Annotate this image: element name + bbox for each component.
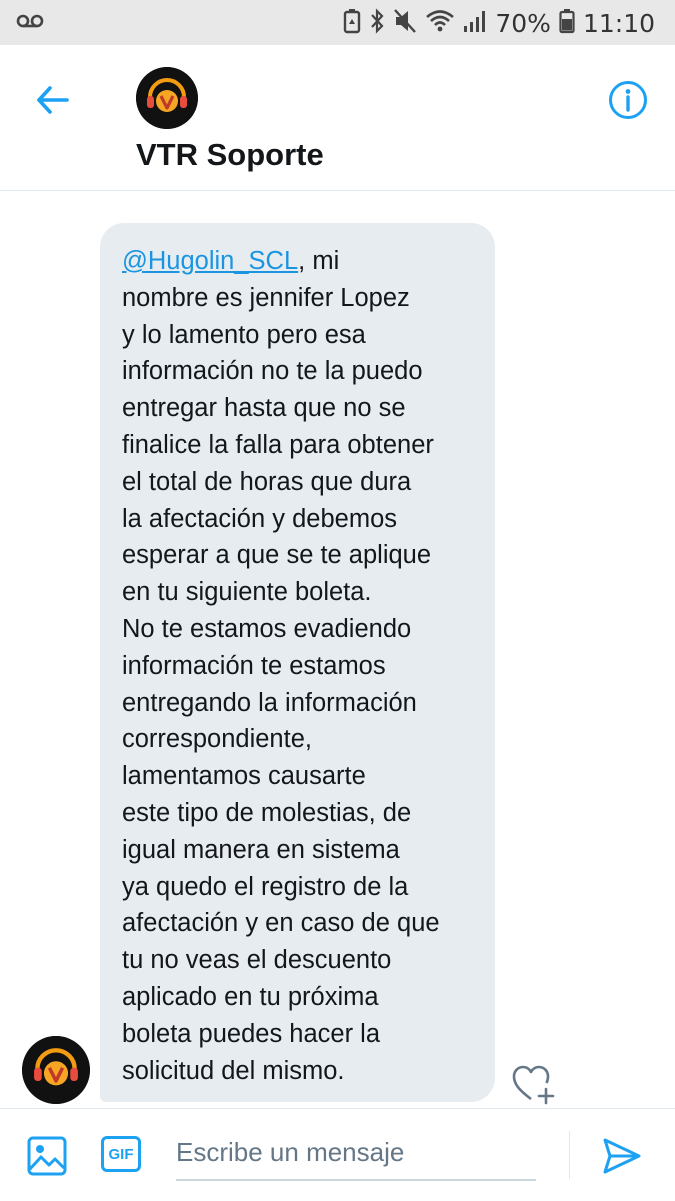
message-thread[interactable]: @Hugolin_SCL, mi nombre es jennifer Lope… [0, 191, 675, 1108]
info-button[interactable] [605, 77, 651, 123]
message-input[interactable] [176, 1129, 536, 1175]
send-button[interactable] [601, 1135, 643, 1177]
page-title[interactable]: VTR Soporte [136, 137, 324, 173]
clock: 11:10 [582, 8, 655, 38]
message-input-wrap [176, 1129, 536, 1181]
sender-avatar[interactable] [22, 1036, 90, 1104]
status-bar: 70% 11:10 [0, 0, 675, 45]
mute-icon [393, 8, 417, 39]
back-button[interactable] [30, 77, 76, 123]
add-photo-button[interactable] [26, 1135, 68, 1177]
info-icon [609, 81, 647, 119]
battery-icon [559, 8, 575, 39]
like-button[interactable] [511, 1063, 557, 1105]
battery-saver-icon [343, 8, 361, 39]
divider [569, 1131, 570, 1179]
wifi-icon [425, 8, 455, 39]
conversation-header: VTR Soporte [0, 45, 675, 191]
send-icon [603, 1138, 641, 1174]
battery-percent: 70% [495, 8, 551, 38]
gif-button[interactable]: GIF [101, 1136, 141, 1172]
voicemail-icon [16, 10, 44, 37]
image-icon [27, 1136, 67, 1176]
message-composer: GIF [0, 1108, 675, 1201]
heart-plus-icon [512, 1065, 555, 1105]
arrow-left-icon [37, 86, 69, 114]
message-body: , mi nombre es jennifer Lopez y lo lamen… [122, 247, 440, 1085]
message-text: @Hugolin_SCL, mi nombre es jennifer Lope… [122, 243, 477, 1089]
signal-icon [463, 9, 487, 38]
mention-link[interactable]: @Hugolin_SCL [122, 247, 298, 275]
message-bubble[interactable]: @Hugolin_SCL, mi nombre es jennifer Lope… [100, 223, 495, 1102]
bluetooth-icon [369, 7, 385, 39]
avatar[interactable] [136, 67, 198, 129]
